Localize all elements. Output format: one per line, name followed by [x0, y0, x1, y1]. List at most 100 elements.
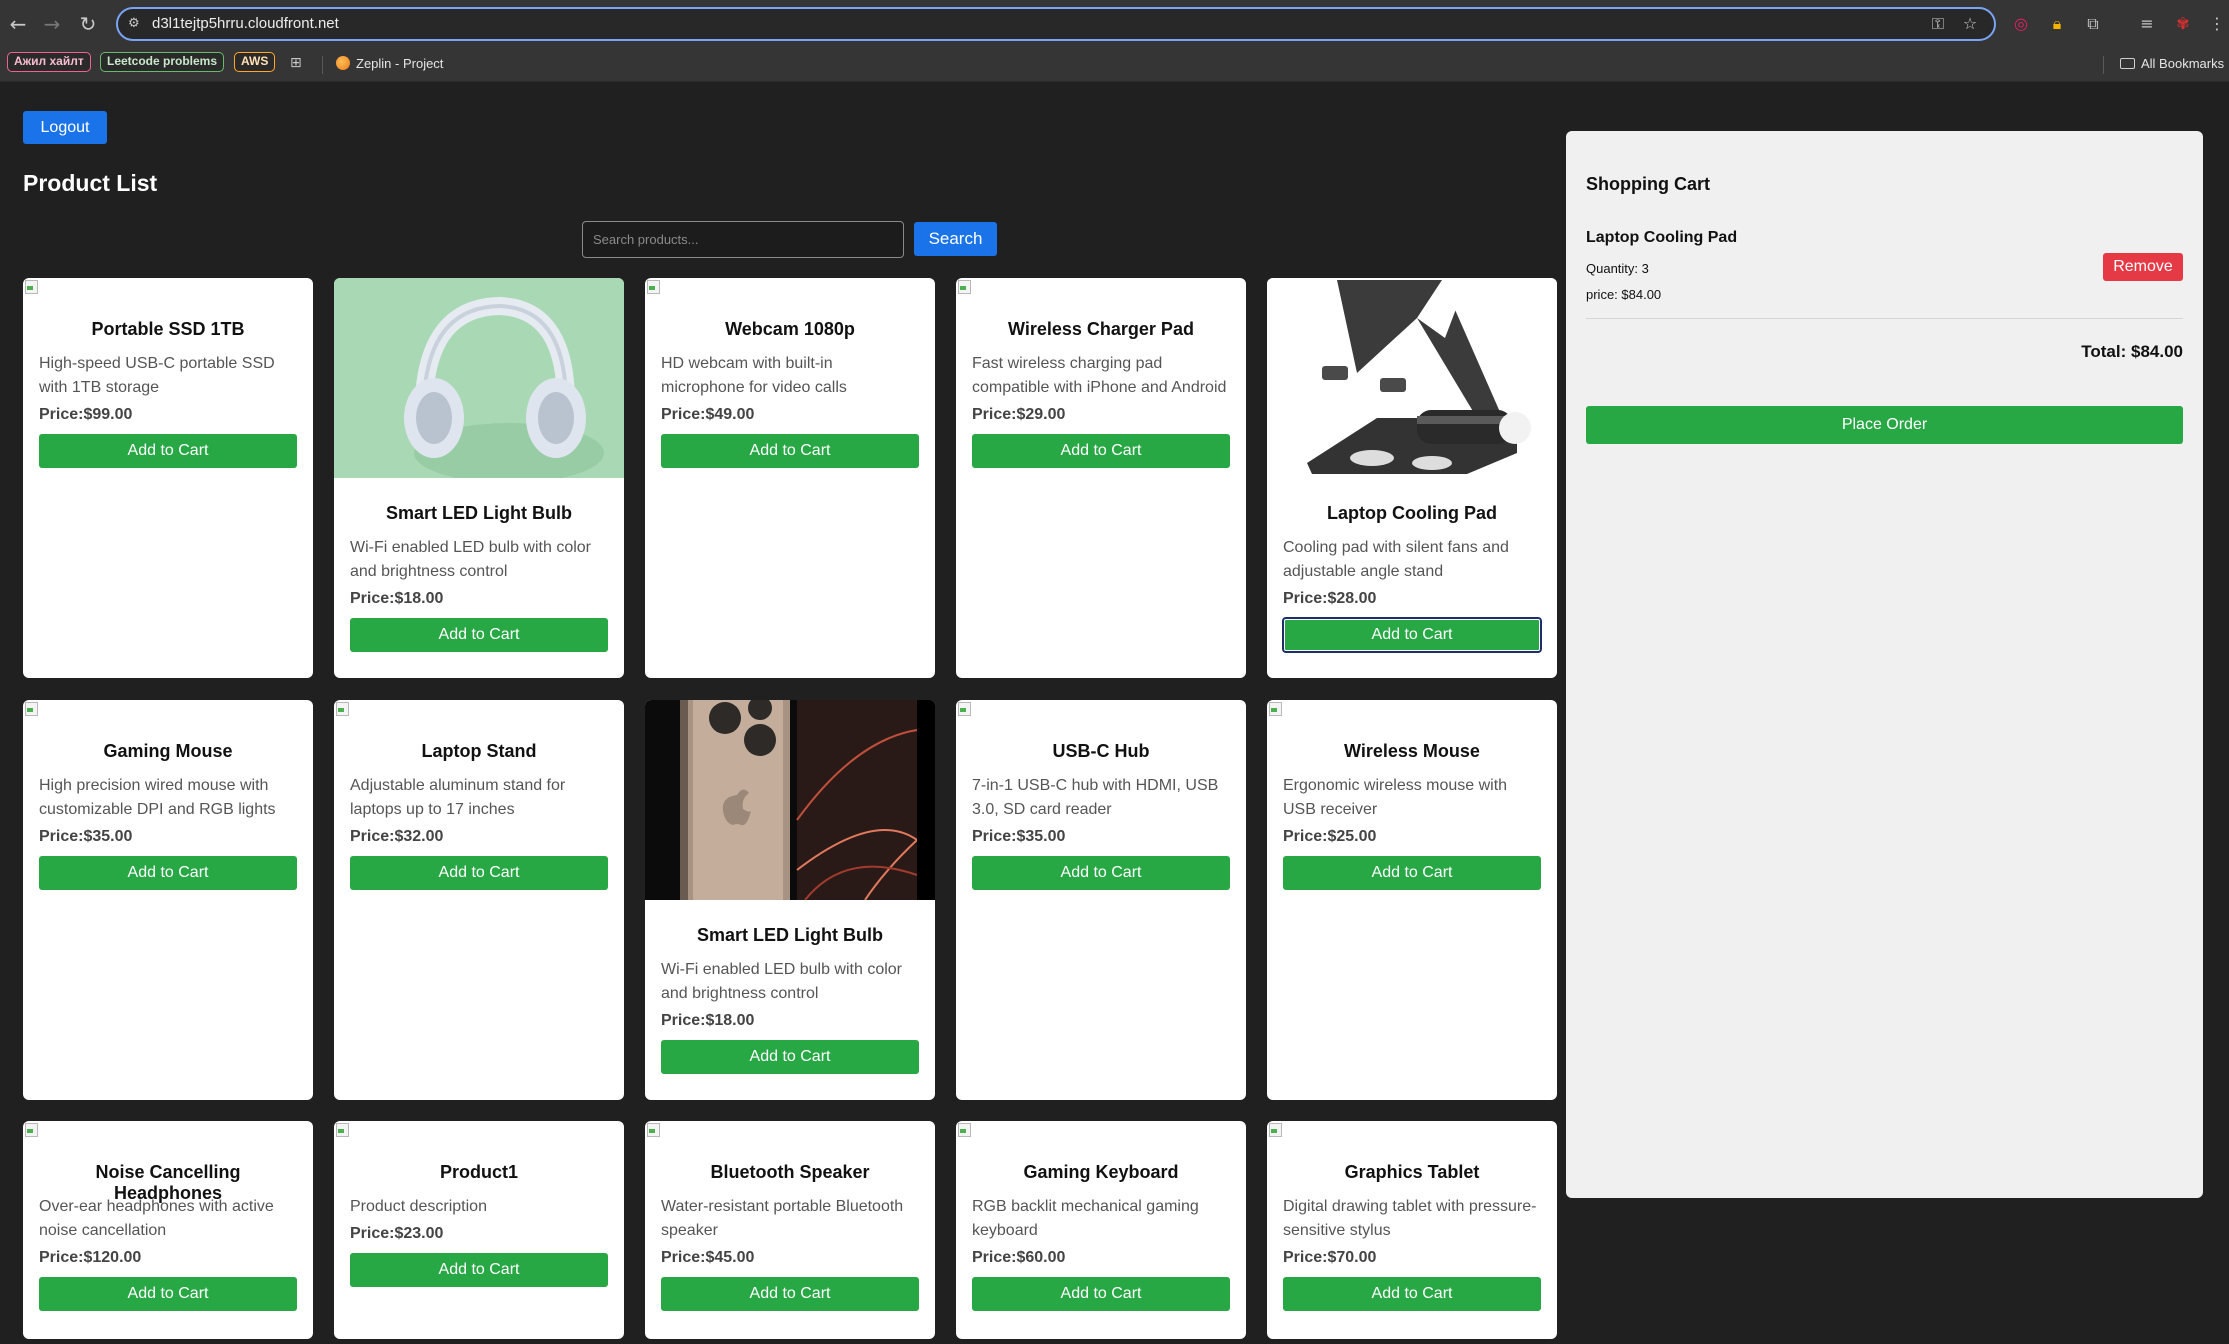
broken-image-icon — [645, 278, 661, 294]
broken-image-icon — [23, 700, 39, 716]
apps-grid-icon[interactable]: ⊞ — [290, 55, 306, 71]
bookmark-zeplin[interactable]: Zeplin - Project — [336, 53, 443, 75]
product-price: Price:$29.00 — [972, 406, 1066, 423]
back-icon[interactable]: ← — [6, 12, 30, 36]
product-description: HD webcam with built-in microphone for v… — [661, 355, 847, 396]
add-to-cart-button[interactable]: Add to Cart — [661, 434, 919, 468]
product-name: Product1 — [439, 1162, 518, 1182]
product-card: Graphics Tablet Digital drawing tablet wi… — [1267, 1121, 1557, 1339]
logout-button[interactable]: Logout — [23, 111, 107, 144]
remove-button[interactable]: Remove — [2103, 253, 2183, 281]
product-price: Price:$35.00 — [39, 828, 133, 845]
search-button[interactable]: Search — [914, 222, 997, 256]
add-to-cart-button[interactable]: Add to Cart — [1283, 856, 1541, 890]
profile-icon[interactable]: ✾ — [2172, 13, 2194, 35]
cart-total: Total: $84.00 — [2081, 342, 2183, 361]
broken-image-icon — [645, 1121, 661, 1137]
cart-item-name: Laptop Cooling Pad — [1586, 229, 1738, 246]
cart-item-quantity: Quantity: 3 — [1586, 261, 1649, 276]
site-info-icon[interactable]: ⚙ — [128, 15, 146, 33]
add-to-cart-button[interactable]: Add to Cart — [661, 1040, 919, 1074]
product-name: Wireless Charger Pad — [1008, 319, 1194, 339]
product-image-headphones — [334, 278, 624, 478]
product-price: Price:$45.00 — [661, 1249, 755, 1266]
cart-divider — [1586, 318, 2183, 319]
search-input[interactable] — [582, 221, 904, 258]
product-name: Portable SSD 1TB — [91, 319, 245, 339]
broken-image-icon — [334, 700, 350, 716]
product-price: Price:$18.00 — [661, 1012, 755, 1029]
add-to-cart-button[interactable]: Add to Cart — [350, 856, 608, 890]
product-image-stand — [1267, 278, 1557, 478]
add-to-cart-button[interactable]: Add to Cart — [1283, 1277, 1541, 1311]
product-price: Price:$28.00 — [1283, 590, 1377, 607]
product-card: Laptop Cooling Pad Cooling pad with silen… — [1267, 278, 1557, 678]
add-to-cart-button[interactable]: Add to Cart — [1282, 617, 1542, 653]
product-card: Portable SSD 1TB High-speed USB-C portabl… — [23, 278, 313, 678]
product-name: Bluetooth Speaker — [710, 1162, 870, 1182]
password-key-icon[interactable]: ⚿ — [1928, 14, 1948, 34]
add-to-cart-button[interactable]: Add to Cart — [350, 1253, 608, 1287]
folder-icon — [2120, 58, 2135, 69]
product-image-phone — [645, 700, 935, 900]
product-name: Graphics Tablet — [1344, 1162, 1480, 1182]
product-price: Price:$35.00 — [972, 828, 1066, 845]
product-description: 7-in-1 USB-C hub with HDMI, USB 3.0, SD … — [972, 777, 1219, 818]
all-bookmarks[interactable]: All Bookmarks — [2120, 53, 2224, 75]
browser-toolbar: ← → ↻ ⚙ d3l1tejtp5hrru.cloudfront.net ⚿ … — [0, 0, 2229, 48]
product-description: Water-resistant portable Bluetooth speak… — [661, 1198, 904, 1239]
product-description: Product description — [350, 1198, 487, 1215]
product-card: Gaming Mouse High precision wired mouse w… — [23, 700, 313, 1100]
product-price: Price:$99.00 — [39, 406, 133, 423]
bookmark-separator — [2103, 56, 2104, 74]
product-card: Smart LED Light Bulb Wi-Fi enabled LED bu… — [645, 700, 935, 1100]
add-to-cart-button[interactable]: Add to Cart — [39, 434, 297, 468]
forward-icon[interactable]: → — [40, 12, 64, 36]
product-card: Webcam 1080p HD webcam with built-in micr… — [645, 278, 935, 678]
add-to-cart-button[interactable]: Add to Cart — [350, 618, 608, 652]
bookmark-aws[interactable]: AWS — [234, 52, 276, 72]
product-card: Smart LED Light Bulb Wi-Fi enabled LED bu… — [334, 278, 624, 678]
product-card: Gaming Keyboard RGB backlit mechanical ga… — [956, 1121, 1246, 1339]
puzzle-icon[interactable]: ⧉ — [2082, 13, 2104, 35]
product-price: Price:$120.00 — [39, 1249, 142, 1266]
add-to-cart-button[interactable]: Add to Cart — [39, 1277, 297, 1311]
add-to-cart-button[interactable]: Add to Cart — [972, 856, 1230, 890]
broken-image-icon — [334, 1121, 350, 1137]
add-to-cart-button[interactable]: Add to Cart — [972, 1277, 1230, 1311]
product-description: Wi-Fi enabled LED bulb with color and br… — [350, 539, 591, 580]
extension-icon[interactable]: ◎ — [2010, 13, 2032, 35]
product-description: Ergonomic wireless mouse with USB receiv… — [1283, 777, 1508, 818]
url-text[interactable]: d3l1tejtp5hrru.cloudfront.net — [152, 15, 339, 33]
all-bookmarks-label: All Bookmarks — [2141, 56, 2225, 71]
lock-extension-icon[interactable]: 🔒︎ — [2046, 13, 2068, 35]
broken-image-icon — [23, 278, 39, 294]
product-card: Wireless Charger Pad Fast wireless chargi… — [956, 278, 1246, 678]
add-to-cart-button[interactable]: Add to Cart — [39, 856, 297, 890]
bookmark-star-icon[interactable]: ☆ — [1960, 14, 1980, 34]
broken-image-icon — [1267, 1121, 1283, 1137]
bookmark-leetcode[interactable]: Leetcode problems — [100, 52, 225, 72]
add-to-cart-button[interactable]: Add to Cart — [972, 434, 1230, 468]
broken-image-icon — [1267, 700, 1283, 716]
product-description: Fast wireless charging pad compatible wi… — [972, 355, 1227, 396]
page-title: Product List — [23, 170, 158, 196]
address-bar[interactable]: ⚙ d3l1tejtp5hrru.cloudfront.net ⚿ ☆ — [116, 7, 1996, 41]
add-to-cart-button[interactable]: Add to Cart — [661, 1277, 919, 1311]
product-description: Digital drawing tablet with pressure-sen… — [1283, 1198, 1537, 1239]
product-name: Smart LED Light Bulb — [697, 925, 883, 945]
menu-icon[interactable]: ⋮ — [2206, 13, 2228, 35]
zeplin-icon — [336, 56, 350, 70]
product-name: Gaming Mouse — [103, 741, 233, 761]
bookmark-job-search[interactable]: Ажил хайлт — [7, 52, 91, 72]
bookmark-separator — [322, 56, 323, 74]
product-name: Noise Cancelling Headphones — [95, 1162, 241, 1203]
product-card: Laptop Stand Adjustable aluminum stand fo… — [334, 700, 624, 1100]
place-order-button[interactable]: Place Order — [1586, 406, 2183, 444]
product-name: Smart LED Light Bulb — [386, 503, 572, 523]
product-price: Price:$60.00 — [972, 1249, 1066, 1266]
reload-icon[interactable]: ↻ — [76, 12, 100, 36]
bookmarks-bar: Ажил хайлт Leetcode problems AWS ⊞ Zepli… — [0, 48, 2229, 82]
reading-list-icon[interactable]: ≡ — [2136, 13, 2158, 35]
broken-image-icon — [956, 278, 972, 294]
